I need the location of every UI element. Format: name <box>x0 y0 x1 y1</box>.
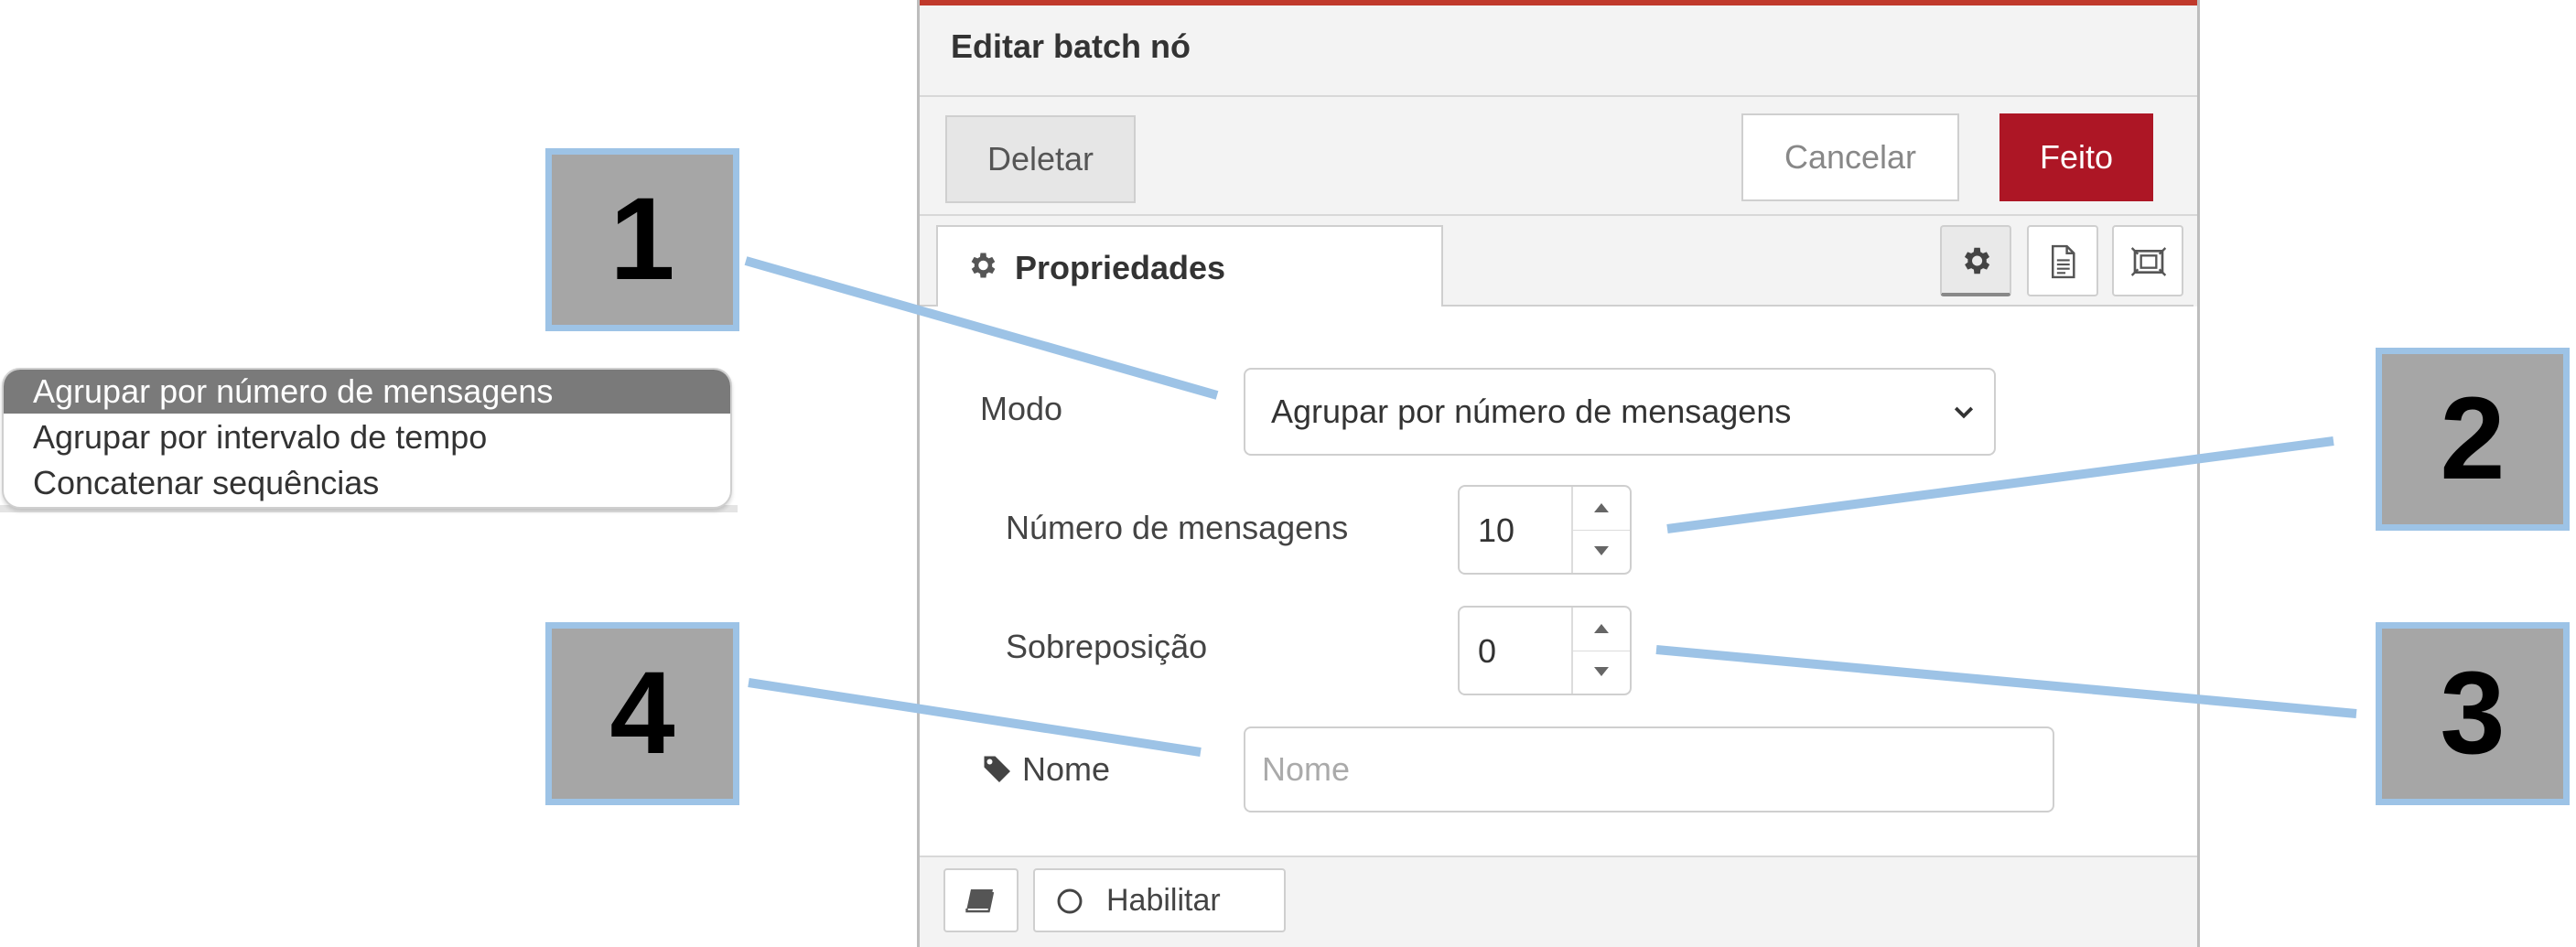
message-count-value: 10 <box>1478 511 1515 549</box>
edit-node-dialog: Editar batch nó Deletar Cancelar Feito P… <box>917 0 2200 947</box>
properties-tab-button[interactable] <box>1940 225 2011 296</box>
done-button[interactable]: Feito <box>1999 113 2153 201</box>
tab-properties[interactable]: Propriedades <box>936 225 1443 307</box>
caret-up-icon <box>1594 624 1609 633</box>
decrement-button[interactable] <box>1571 530 1630 573</box>
appearance-icon <box>2130 247 2167 276</box>
enable-label: Habilitar <box>1106 883 1221 918</box>
gear-icon <box>1964 247 1990 274</box>
name-input[interactable]: Nome <box>1244 726 2054 812</box>
mode-label: Modo <box>980 390 1063 427</box>
name-label: Nome <box>1022 750 1111 788</box>
message-count-label: Número de mensagens <box>1006 509 1349 546</box>
message-count-stepper[interactable]: 10 <box>1458 485 1632 575</box>
tag-icon <box>983 756 1010 782</box>
appearance-tab-button[interactable] <box>2112 225 2183 296</box>
decrement-button[interactable] <box>1571 651 1630 694</box>
option-by-count[interactable]: Agrupar por número de mensagens <box>4 370 730 414</box>
tab-properties-label: Propriedades <box>1015 249 1226 286</box>
mode-select[interactable]: Agrupar por número de mensagens <box>1244 368 1996 456</box>
caret-up-icon <box>1594 503 1609 512</box>
description-tab-button[interactable] <box>2027 225 2098 296</box>
gear-icon <box>971 253 996 278</box>
callout-3: 3 <box>2376 622 2570 805</box>
mode-select-value: Agrupar por número de mensagens <box>1271 393 1792 430</box>
dialog-top-bar <box>920 0 2197 5</box>
cancel-button[interactable]: Cancelar <box>1741 113 1959 201</box>
dialog-footer: Habilitar <box>920 856 2197 947</box>
option-concat[interactable]: Concatenar sequências <box>4 461 730 505</box>
increment-button[interactable] <box>1571 608 1630 651</box>
caret-down-icon <box>1594 667 1609 676</box>
callout-1: 1 <box>545 148 739 331</box>
description-icon <box>2052 244 2075 279</box>
help-button[interactable] <box>943 868 1019 932</box>
caret-down-icon <box>1594 546 1609 555</box>
book-icon <box>965 889 995 913</box>
chevron-down-icon <box>1954 406 1974 419</box>
overlap-label: Sobreposição <box>1006 628 1208 665</box>
overlap-stepper[interactable]: 0 <box>1458 606 1632 695</box>
mode-options-list: Agrupar por número de mensagens Agrupar … <box>2 368 732 509</box>
callout-2: 2 <box>2376 348 2570 531</box>
increment-button[interactable] <box>1571 487 1630 531</box>
divider <box>920 214 2197 216</box>
dialog-title: Editar batch nó <box>951 27 1191 65</box>
circle-icon <box>1057 888 1083 914</box>
overlap-value: 0 <box>1478 632 1497 670</box>
callout-4: 4 <box>545 622 739 805</box>
divider <box>920 95 2197 97</box>
option-by-interval[interactable]: Agrupar por intervalo de tempo <box>4 415 730 459</box>
enable-toggle[interactable]: Habilitar <box>1033 868 1286 932</box>
delete-button[interactable]: Deletar <box>945 115 1136 203</box>
